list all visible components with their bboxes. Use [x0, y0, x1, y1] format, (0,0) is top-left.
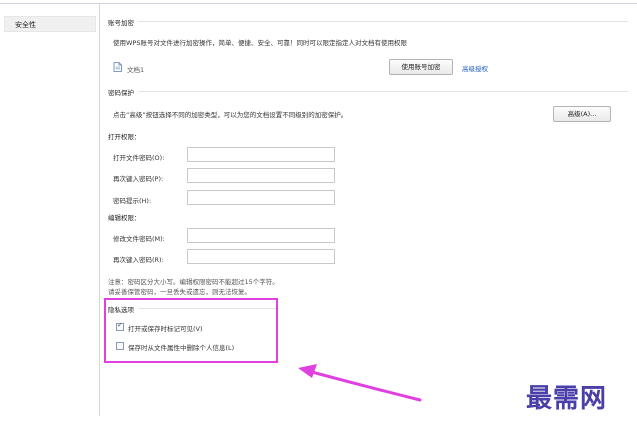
annotation-arrow — [298, 364, 422, 402]
watermark-text: 最需网 — [526, 384, 608, 414]
